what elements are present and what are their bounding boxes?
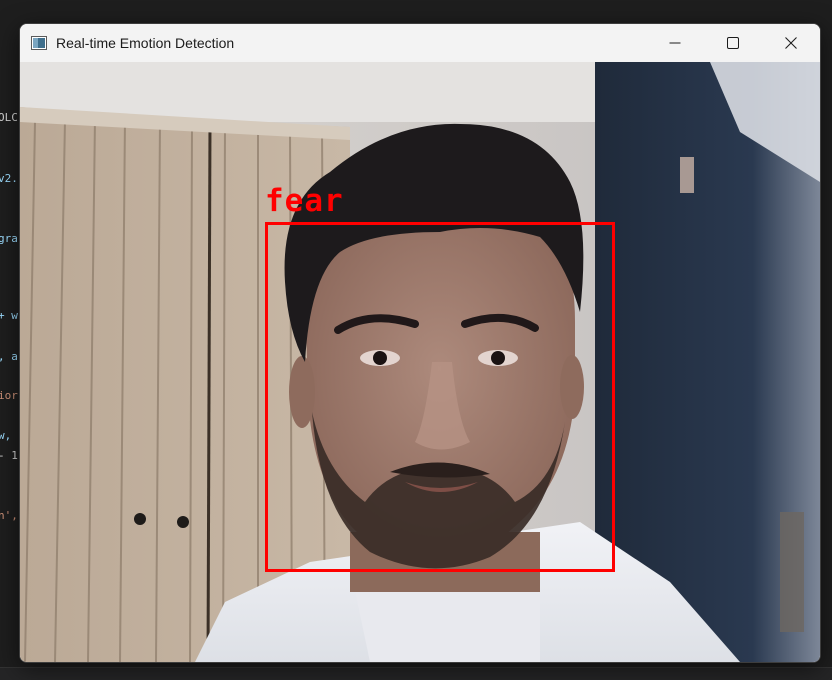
maximize-icon: [727, 34, 739, 53]
code-fragment: - 1: [0, 449, 18, 462]
face-detection-box: [265, 222, 615, 572]
code-fragment: + w: [0, 309, 18, 322]
app-window-icon: [31, 36, 47, 50]
code-fragment: OLC: [0, 111, 18, 124]
titlebar[interactable]: Real-time Emotion Detection: [20, 24, 820, 62]
code-fragment: gra: [0, 232, 18, 245]
taskbar-edge: [0, 667, 832, 680]
webcam-frame: fear: [20, 62, 820, 662]
emotion-label: fear: [265, 183, 344, 219]
app-window: Real-time Emotion Detection fear: [19, 23, 821, 663]
minimize-icon: [669, 34, 681, 53]
desktop: OLC v2. gra + w , a ior w, - 1 n', Real-…: [0, 0, 832, 680]
code-fragment: w,: [0, 429, 12, 442]
window-controls: [646, 24, 820, 62]
code-fragment: ior: [0, 389, 18, 402]
close-button[interactable]: [762, 24, 820, 62]
code-fragment: n',: [0, 509, 18, 522]
code-fragment: v2.: [0, 172, 18, 185]
window-title: Real-time Emotion Detection: [56, 35, 235, 51]
maximize-button[interactable]: [704, 24, 762, 62]
code-fragment: , a: [0, 350, 18, 363]
close-icon: [785, 34, 797, 53]
minimize-button[interactable]: [646, 24, 704, 62]
